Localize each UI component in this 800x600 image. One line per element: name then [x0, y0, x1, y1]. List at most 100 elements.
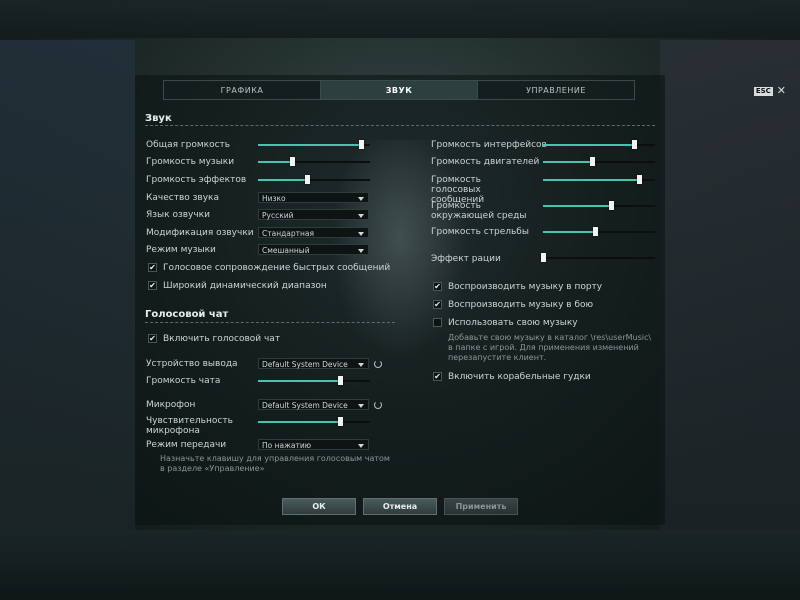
music-mode-dropdown[interactable]: Смешанный: [258, 244, 369, 255]
quick-messages-voice-checkbox[interactable]: ✔: [148, 263, 157, 272]
voice-chat-section-title: Голосовой чат: [145, 309, 229, 320]
enable-voice-chat-label: Включить голосовой чат: [163, 334, 281, 344]
port-music-checkbox[interactable]: ✔: [433, 282, 442, 291]
bottom-background: [0, 530, 800, 600]
checkmark-icon: ✔: [149, 280, 156, 290]
top-bar-background: [0, 0, 800, 38]
ship-horns-checkbox[interactable]: ✔: [433, 372, 442, 381]
mic-sensitivity-slider[interactable]: [258, 417, 370, 427]
checkmark-icon: ✔: [434, 371, 441, 381]
engine-volume-label: Громкость двигателей: [431, 157, 540, 167]
refresh-icon[interactable]: [374, 401, 382, 409]
music-mode-label: Режим музыки: [146, 245, 216, 255]
wide-dynamic-range-label: Широкий динамический диапазон: [163, 281, 327, 291]
voice-hint-1: Назначьте клавишу для управления голосов…: [160, 454, 390, 463]
checkmark-icon: ✔: [149, 333, 156, 343]
master-volume-slider[interactable]: [258, 140, 370, 150]
firing-volume-label: Громкость стрельбы: [431, 227, 529, 237]
custom-music-hint-1: Добавьте свою музыку в каталог \res\user…: [448, 333, 652, 342]
voice-mod-dropdown[interactable]: Стандартная: [258, 227, 369, 238]
tab-graphics[interactable]: ГРАФИКА: [164, 81, 320, 99]
custom-music-label: Использовать свою музыку: [448, 318, 578, 328]
mic-sensitivity-label-2: микрофона: [146, 426, 200, 436]
checkmark-icon: ✔: [149, 262, 156, 272]
ok-button[interactable]: ОК: [282, 498, 356, 515]
battle-music-checkbox[interactable]: ✔: [433, 300, 442, 309]
master-volume-label: Общая громкость: [146, 140, 231, 150]
custom-music-checkbox[interactable]: [433, 318, 442, 327]
slider-thumb[interactable]: [305, 175, 311, 184]
microphone-dropdown[interactable]: Default System Device: [258, 399, 369, 410]
transmit-mode-dropdown[interactable]: По нажатию: [258, 439, 369, 450]
chevron-down-icon: [358, 404, 364, 408]
apply-button[interactable]: Применить: [444, 498, 518, 515]
dropdown-value: Стандартная: [262, 229, 315, 238]
ambient-volume-label: Громкость окружающей среды: [431, 201, 527, 221]
firing-volume-slider[interactable]: [543, 227, 655, 237]
dropdown-value: Низко: [262, 194, 286, 203]
slider-thumb[interactable]: [337, 417, 343, 426]
chevron-down-icon: [358, 214, 364, 218]
sound-quality-dropdown[interactable]: Низко: [258, 192, 369, 203]
tab-controls[interactable]: УПРАВЛЕНИЕ: [477, 81, 634, 99]
chat-volume-label: Громкость чата: [146, 376, 221, 386]
voice-language-dropdown[interactable]: Русский: [258, 209, 369, 220]
effects-volume-label: Громкость эффектов: [146, 175, 247, 185]
left-background-panel: [0, 40, 135, 560]
transmit-mode-label: Режим передачи: [146, 440, 227, 450]
sound-section-title: Звук: [145, 113, 172, 124]
slider-thumb[interactable]: [590, 157, 596, 166]
output-device-label: Устройство вывода: [146, 359, 238, 369]
chevron-down-icon: [358, 197, 364, 201]
close-icon[interactable]: ✕: [777, 85, 786, 96]
enable-voice-chat-checkbox[interactable]: ✔: [148, 334, 157, 343]
slider-thumb[interactable]: [359, 140, 365, 149]
slider-thumb[interactable]: [631, 140, 637, 149]
chevron-down-icon: [358, 232, 364, 236]
ship-horns-label: Включить корабельные гудки: [448, 372, 591, 382]
slider-thumb[interactable]: [592, 227, 598, 236]
effects-volume-slider[interactable]: [258, 175, 370, 185]
dropdown-value: Смешанный: [262, 246, 310, 255]
right-background-panel: [660, 40, 800, 560]
voice-messages-volume-slider[interactable]: [543, 175, 655, 185]
voice-hint-2: в разделе «Управление»: [160, 464, 265, 473]
section-divider: [145, 322, 395, 323]
interface-volume-slider[interactable]: [543, 140, 655, 150]
slider-thumb[interactable]: [541, 253, 546, 262]
quick-messages-voice-label: Голосовое сопровождение быстрых сообщени…: [163, 263, 391, 273]
dropdown-value: Русский: [262, 211, 294, 220]
esc-close[interactable]: ESC ✕: [753, 85, 786, 96]
sound-quality-label: Качество звука: [146, 193, 219, 203]
refresh-icon[interactable]: [374, 360, 382, 368]
voice-mod-label: Модификация озвучки: [146, 228, 254, 238]
chevron-down-icon: [358, 444, 364, 448]
tab-sound[interactable]: ЗВУК: [320, 81, 477, 99]
cancel-button[interactable]: Отмена: [363, 498, 437, 515]
chevron-down-icon: [358, 363, 364, 367]
ambient-volume-slider[interactable]: [543, 201, 655, 211]
wide-dynamic-range-checkbox[interactable]: ✔: [148, 281, 157, 290]
section-divider: [145, 125, 655, 126]
voice-language-label: Язык озвучки: [146, 210, 210, 220]
esc-key-badge: ESC: [753, 86, 773, 96]
port-music-label: Воспроизводить музыку в порту: [448, 282, 603, 292]
engine-volume-slider[interactable]: [543, 157, 655, 167]
checkmark-icon: ✔: [434, 299, 441, 309]
radio-effect-slider[interactable]: [541, 253, 655, 263]
output-device-dropdown[interactable]: Default System Device: [258, 358, 369, 369]
custom-music-hint-3: перезапустите клиент.: [448, 353, 547, 362]
slider-thumb[interactable]: [289, 157, 295, 166]
interface-volume-label: Громкость интерфейсов: [431, 140, 547, 150]
music-volume-label: Громкость музыки: [146, 157, 235, 167]
slider-thumb[interactable]: [337, 376, 343, 385]
radio-effect-label: Эффект рации: [431, 254, 501, 264]
mic-sensitivity-label-1: Чувствительность: [146, 416, 233, 426]
music-volume-slider[interactable]: [258, 157, 370, 167]
slider-thumb[interactable]: [637, 175, 643, 184]
dropdown-value: Default System Device: [262, 360, 348, 369]
dropdown-value: Default System Device: [262, 401, 348, 410]
slider-thumb[interactable]: [609, 201, 615, 210]
chat-volume-slider[interactable]: [258, 376, 370, 386]
microphone-label: Микрофон: [146, 400, 196, 410]
